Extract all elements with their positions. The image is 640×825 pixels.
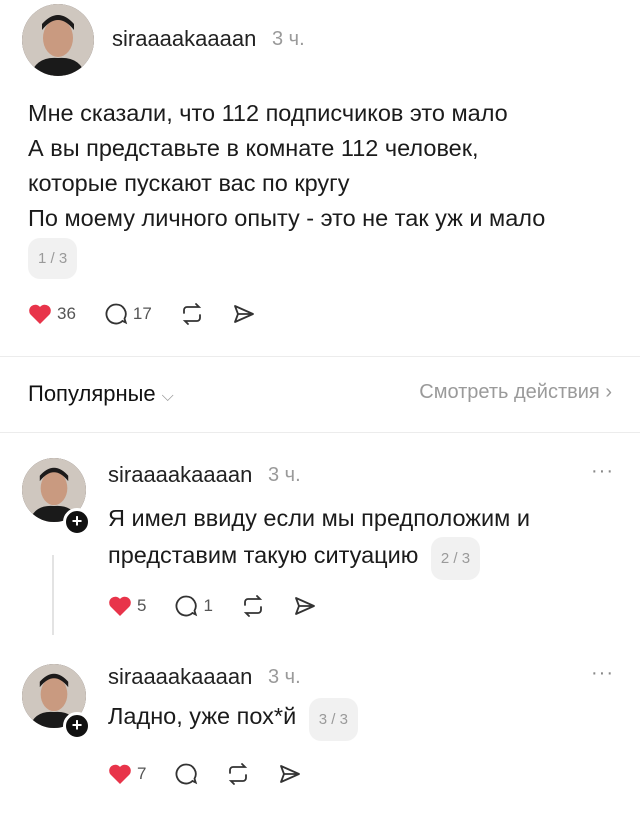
- share-icon: [295, 597, 315, 615]
- page-indicator: 1 / 3: [28, 238, 78, 279]
- repost-icon: [229, 763, 248, 785]
- like-button[interactable]: 7: [108, 763, 146, 785]
- view-activity-label: Смотреть действия: [419, 381, 600, 403]
- repost-icon: [182, 303, 202, 325]
- post-line: которые пускают вас по кругу: [28, 170, 350, 196]
- reply-time: 3 ч.: [268, 666, 301, 688]
- reply-line: Ладно, уже пох*й: [108, 703, 297, 729]
- thread-line: [52, 555, 54, 635]
- avatar-image: [22, 4, 94, 76]
- share-button[interactable]: [232, 302, 256, 326]
- reply-text: Я имел ввиду если мы предположим и предс…: [108, 500, 530, 580]
- repost-button[interactable]: [241, 594, 265, 618]
- reply-text: Ладно, уже пох*й 3 / 3: [108, 698, 358, 741]
- view-activity-link[interactable]: Смотреть действия ›: [419, 381, 612, 404]
- reply-actions: 5 1: [108, 594, 345, 618]
- repost-button[interactable]: [226, 762, 250, 786]
- chevron-right-icon: ›: [605, 381, 612, 403]
- like-count: 36: [57, 304, 76, 323]
- share-icon: [233, 305, 254, 323]
- page-indicator: 3 / 3: [308, 698, 358, 741]
- follow-plus-icon[interactable]: +: [63, 712, 91, 740]
- sort-label: Популярные: [28, 381, 156, 406]
- reply-line-wrap: Ладно, уже пох*й 3 / 3: [108, 698, 358, 741]
- sort-dropdown[interactable]: Популярные ⌵: [28, 381, 174, 407]
- comment-count: 17: [132, 304, 152, 323]
- comment-button[interactable]: [174, 762, 198, 786]
- repost-button[interactable]: [180, 302, 204, 326]
- share-icon: [280, 765, 301, 783]
- share-button[interactable]: [293, 594, 317, 618]
- post-time: 3 ч.: [272, 28, 305, 50]
- reply-username[interactable]: siraaaakaaaan: [108, 462, 252, 488]
- post-actions: 36 17: [28, 302, 284, 326]
- heart-icon: [29, 304, 51, 324]
- post-username[interactable]: siraaaakaaaan: [112, 26, 256, 52]
- reply-actions: 7: [108, 762, 330, 786]
- comment-button[interactable]: 1: [174, 594, 213, 618]
- like-count: 7: [137, 764, 147, 783]
- post-line: А вы представьте в комнате 112 человек,: [28, 135, 479, 161]
- chevron-down-icon: ⌵: [161, 388, 174, 405]
- comment-button[interactable]: 17: [104, 302, 152, 326]
- repost-icon: [243, 595, 263, 617]
- follow-plus-icon[interactable]: +: [63, 508, 91, 536]
- like-count: 5: [137, 596, 147, 615]
- like-button[interactable]: 5: [108, 595, 146, 617]
- reply-time: 3 ч.: [268, 464, 301, 486]
- divider: [0, 432, 640, 433]
- page-indicator: 2 / 3: [430, 537, 481, 580]
- comment-icon: [105, 303, 128, 325]
- comment-count: 1: [203, 596, 213, 615]
- post-line: По моему личного опыту - это не так уж и…: [28, 205, 546, 231]
- reply-line-wrap: представим такую ситуацию 2 / 3: [108, 537, 530, 580]
- share-button[interactable]: [278, 762, 302, 786]
- comment-icon: [176, 595, 198, 617]
- more-icon[interactable]: ···: [591, 460, 614, 483]
- reply-username[interactable]: siraaaakaaaan: [108, 664, 252, 690]
- post-text: Мне сказали, что 112 подписчиков это мал…: [28, 96, 545, 279]
- post-line: Мне сказали, что 112 подписчиков это мал…: [28, 100, 508, 126]
- more-icon[interactable]: ···: [591, 662, 614, 685]
- heart-icon: [109, 596, 131, 616]
- heart-icon: [109, 764, 131, 784]
- avatar[interactable]: [22, 4, 94, 76]
- like-button[interactable]: 36: [28, 303, 76, 325]
- reply-line: Я имел ввиду если мы предположим и: [108, 505, 530, 531]
- comment-icon: [176, 763, 198, 785]
- divider: [0, 356, 640, 357]
- reply-line: представим такую ситуацию: [108, 542, 419, 568]
